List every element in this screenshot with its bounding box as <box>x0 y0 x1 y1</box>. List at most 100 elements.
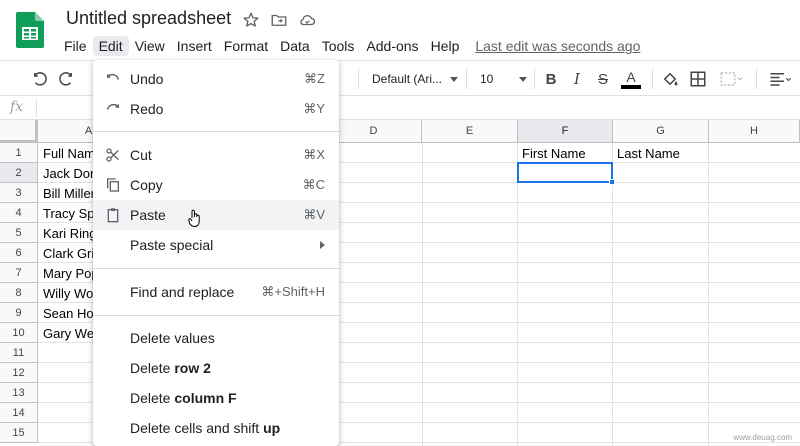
merge-cells-icon[interactable] <box>716 69 746 89</box>
copy-icon <box>105 177 121 193</box>
bold-icon[interactable]: B <box>542 69 560 89</box>
menu-item-cut[interactable]: Cut ⌘X <box>93 140 339 170</box>
strikethrough-icon[interactable]: S <box>594 69 612 89</box>
toolbar-separator <box>466 69 467 89</box>
font-family-select[interactable]: Default (Ari... <box>372 69 459 89</box>
row-header[interactable]: 12 <box>0 363 38 383</box>
menu-insert[interactable]: Insert <box>171 36 218 56</box>
chevron-down-icon <box>519 76 528 82</box>
column-header-d[interactable]: D <box>326 120 422 143</box>
menu-bar: File Edit View Insert Format Data Tools … <box>58 34 640 58</box>
cell-a10[interactable]: Gary We <box>39 323 95 343</box>
row-header[interactable]: 11 <box>0 343 38 363</box>
cell-a5[interactable]: Kari Ring <box>39 223 95 243</box>
select-all-corner[interactable] <box>0 120 38 143</box>
cell-a4[interactable]: Tracy Sp <box>39 203 95 223</box>
row-header[interactable]: 5 <box>0 223 38 243</box>
undo-icon[interactable] <box>30 69 50 89</box>
document-title[interactable]: Untitled spreadsheet <box>66 8 231 29</box>
menu-item-label: Paste special <box>130 237 214 253</box>
cell-a1[interactable]: Full Nam <box>39 143 95 163</box>
menu-item-delete-column[interactable]: Delete column F <box>93 383 339 413</box>
menu-tools[interactable]: Tools <box>316 36 361 56</box>
menu-add-ons[interactable]: Add-ons <box>360 36 424 56</box>
text-color-icon[interactable]: A <box>620 69 642 89</box>
hand-pointer-icon <box>188 209 202 228</box>
cell-a2[interactable]: Jack Dor <box>39 163 95 183</box>
row-header[interactable]: 3 <box>0 183 38 203</box>
menu-item-label: Delete cells and shift up <box>130 420 280 436</box>
label-bold: column F <box>174 390 237 406</box>
column-header-g[interactable]: G <box>613 120 709 143</box>
font-size-select[interactable]: 10 <box>480 69 528 89</box>
menu-item-undo[interactable]: Undo ⌘Z <box>93 64 339 94</box>
row-header[interactable]: 1 <box>0 143 38 163</box>
fill-color-icon[interactable] <box>660 69 680 89</box>
borders-icon[interactable] <box>688 69 708 89</box>
row-header[interactable]: 8 <box>0 283 38 303</box>
row-header[interactable]: 9 <box>0 303 38 323</box>
column-header-h[interactable]: H <box>709 120 800 143</box>
chevron-down-icon <box>450 76 459 82</box>
cell-a9[interactable]: Sean Ho <box>39 303 95 323</box>
menu-item-find-replace[interactable]: Find and replace ⌘+Shift+H <box>93 277 339 307</box>
row-header[interactable]: 10 <box>0 323 38 343</box>
cell-a3[interactable]: Bill Miller <box>39 183 95 203</box>
cell-a8[interactable]: Willy Wo <box>39 283 95 303</box>
row-header[interactable]: 7 <box>0 263 38 283</box>
menu-item-label: Redo <box>130 101 164 117</box>
cell-f1[interactable]: First Name <box>518 143 612 163</box>
menu-item-paste-special[interactable]: Paste special <box>93 230 339 260</box>
menu-item-shortcut: ⌘X <box>303 147 325 162</box>
menu-item-label: Cut <box>130 147 152 163</box>
row-header[interactable]: 14 <box>0 403 38 423</box>
menu-edit[interactable]: Edit <box>92 36 129 56</box>
menu-data[interactable]: Data <box>274 36 316 56</box>
row-header[interactable]: 2 <box>0 163 38 183</box>
redo-icon <box>105 101 121 117</box>
redo-icon[interactable] <box>56 69 76 89</box>
gridline <box>517 143 518 446</box>
italic-icon[interactable]: I <box>568 69 586 89</box>
column-header-e[interactable]: E <box>422 120 518 143</box>
active-cell-f2[interactable] <box>517 162 613 183</box>
cell-g1[interactable]: Last Name <box>613 143 708 163</box>
menu-format[interactable]: Format <box>218 36 274 56</box>
fill-handle[interactable] <box>609 179 615 185</box>
label-prefix: Delete <box>130 360 175 376</box>
row-header[interactable]: 4 <box>0 203 38 223</box>
row-header[interactable]: 13 <box>0 383 38 403</box>
cell-a7[interactable]: Mary Pop <box>39 263 95 283</box>
menu-item-delete-cells-shift-up[interactable]: Delete cells and shift up <box>93 413 339 443</box>
menu-item-copy[interactable]: Copy ⌘C <box>93 170 339 200</box>
align-left-icon[interactable] <box>766 69 796 89</box>
label-bold: up <box>263 420 281 436</box>
menu-item-label: Delete row 2 <box>130 360 211 376</box>
menu-item-shortcut: ⌘V <box>303 207 325 222</box>
move-to-folder-icon[interactable] <box>270 11 288 29</box>
scissors-icon <box>105 147 121 163</box>
row-header[interactable]: 15 <box>0 423 38 443</box>
menu-item-label: Find and replace <box>130 284 235 300</box>
menu-item-shortcut: ⌘Z <box>304 71 325 86</box>
sheets-logo[interactable] <box>16 12 44 48</box>
last-edit-link[interactable]: Last edit was seconds ago <box>475 38 640 54</box>
cloud-status-icon[interactable] <box>298 11 316 29</box>
star-icon[interactable] <box>242 11 260 29</box>
menu-file[interactable]: File <box>58 36 93 56</box>
menu-item-delete-row[interactable]: Delete row 2 <box>93 353 339 383</box>
menu-item-shortcut: ⌘C <box>302 177 325 192</box>
cell-a6[interactable]: Clark Gri <box>39 243 95 263</box>
menu-help[interactable]: Help <box>425 36 466 56</box>
menu-item-label: Undo <box>130 71 164 87</box>
menu-item-delete-values[interactable]: Delete values <box>93 323 339 353</box>
toolbar-separator <box>756 69 757 89</box>
menu-item-redo[interactable]: Redo ⌘Y <box>93 94 339 124</box>
menu-item-label: Copy <box>130 177 163 193</box>
row-header[interactable]: 6 <box>0 243 38 263</box>
gridline <box>422 143 423 446</box>
column-header-f[interactable]: F <box>518 120 613 143</box>
menu-item-label: Delete values <box>130 330 215 346</box>
menu-item-paste[interactable]: Paste ⌘V <box>93 200 339 230</box>
menu-view[interactable]: View <box>129 36 171 56</box>
